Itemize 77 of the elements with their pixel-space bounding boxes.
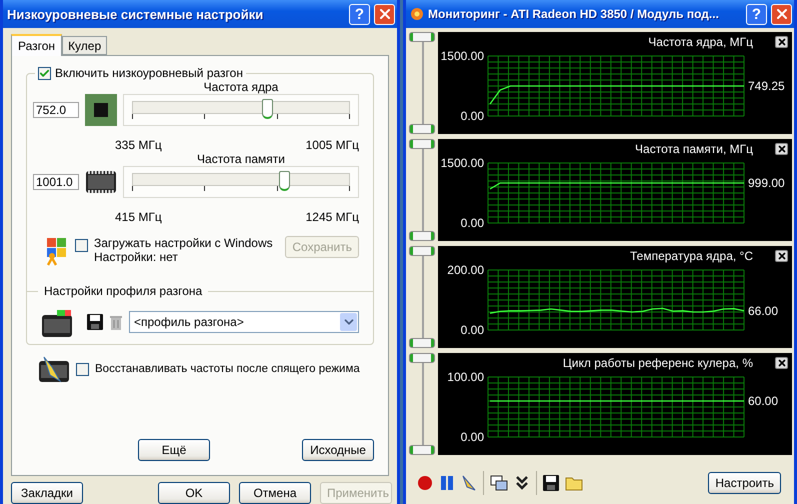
slider-handle[interactable] [409, 139, 435, 149]
close-icon [776, 251, 786, 261]
memory-chip-icon [85, 170, 117, 194]
slider-handle[interactable] [409, 246, 435, 256]
close-button[interactable] [775, 143, 788, 155]
axis-label: 1500.00 [440, 50, 484, 63]
broom-icon [38, 355, 70, 383]
section-title: Настройки профиля разгона [44, 284, 202, 298]
graph-title: Частота памяти, МГц [635, 142, 753, 156]
max-label: 1005 МГц [306, 138, 359, 152]
panel-button[interactable]: Исходные [302, 439, 374, 461]
checkbox[interactable] [76, 362, 89, 376]
slider-thumb[interactable] [279, 171, 290, 191]
help-button[interactable]: ? [349, 4, 370, 24]
tab[interactable]: Разгон [11, 34, 62, 56]
pause-icon[interactable] [439, 475, 455, 491]
windows-icon[interactable] [490, 475, 508, 491]
window-title: Низкоуровневые системные настройки [7, 6, 264, 22]
slider-track[interactable] [123, 94, 359, 126]
graph-title: Частота ядра, МГц [648, 35, 753, 49]
panel-button[interactable]: Ещё [138, 439, 210, 461]
value-field[interactable]: 752.0 [33, 102, 79, 118]
current-reading: 66.00 [748, 304, 778, 318]
trash-icon[interactable] [109, 314, 123, 330]
current-reading: 999.00 [748, 176, 785, 190]
slider-title: Частота памяти [196, 152, 286, 166]
axis-label: 0.00 [460, 216, 484, 230]
graph-title: Температура ядра, °C [630, 249, 753, 263]
slider-track[interactable] [123, 166, 359, 198]
checkbox[interactable] [38, 66, 51, 80]
tab[interactable]: Кулер [62, 36, 108, 55]
status-text: Настройки: нет [94, 250, 179, 264]
current-reading: 749.25 [748, 79, 785, 93]
min-label: 335 МГц [115, 138, 162, 152]
axis-label: 0.00 [460, 323, 484, 337]
axis-label: 100.00 [447, 371, 484, 384]
help-button[interactable]: ? [746, 4, 767, 24]
slider-handle[interactable] [409, 445, 435, 455]
close-icon [776, 144, 786, 154]
chip-icon [85, 94, 117, 126]
double-chevron-icon[interactable] [514, 475, 530, 491]
slider-handle[interactable] [409, 32, 435, 42]
slider-thumb[interactable] [262, 99, 273, 119]
configure-button[interactable]: Настроить [708, 472, 781, 494]
close-icon [776, 358, 786, 368]
record-icon[interactable] [417, 475, 433, 491]
dropdown-value: <профиль разгона> [134, 315, 244, 329]
close-button[interactable] [775, 357, 788, 369]
slider-handle[interactable] [409, 353, 435, 363]
dialog-button[interactable]: Отмена [239, 482, 311, 504]
axis-label: 200.00 [447, 264, 484, 277]
profile-dropdown[interactable]: <профиль разгона> [129, 311, 359, 333]
checkbox[interactable] [75, 239, 88, 252]
window-title: Мониторинг - ATI Radeon HD 3850 / Модуль под... [428, 7, 720, 21]
dialog-button[interactable]: OK [158, 482, 230, 504]
checkbox-label: Загружать настройки с Windows [94, 236, 274, 250]
max-label: 1245 МГц [306, 210, 359, 224]
slider-title: Частота ядра [202, 80, 280, 94]
axis-label: 1500.00 [440, 157, 484, 170]
checkbox-label: Включить низкоуровневый разгон [55, 66, 243, 80]
broom-icon[interactable] [461, 475, 477, 491]
close-button[interactable] [775, 36, 788, 48]
dialog-button[interactable]: Закладки [11, 482, 83, 504]
folder-icon[interactable] [565, 475, 583, 491]
slider-handle[interactable] [409, 124, 435, 134]
min-label: 415 МГц [115, 210, 162, 224]
gear-icon [410, 7, 424, 21]
slider-handle[interactable] [409, 231, 435, 241]
graph-title: Цикл работы референс кулера, % [562, 356, 753, 370]
slider-handle[interactable] [409, 338, 435, 348]
current-reading: 60.00 [748, 394, 778, 408]
axis-label: 0.00 [460, 430, 484, 444]
close-button[interactable] [775, 250, 788, 262]
axis-label: 0.00 [460, 109, 484, 123]
value-field[interactable]: 1001.0 [33, 174, 79, 190]
checkbox-label: Восстанавливать частоты после спящего режима [95, 363, 360, 375]
close-icon [776, 37, 786, 47]
